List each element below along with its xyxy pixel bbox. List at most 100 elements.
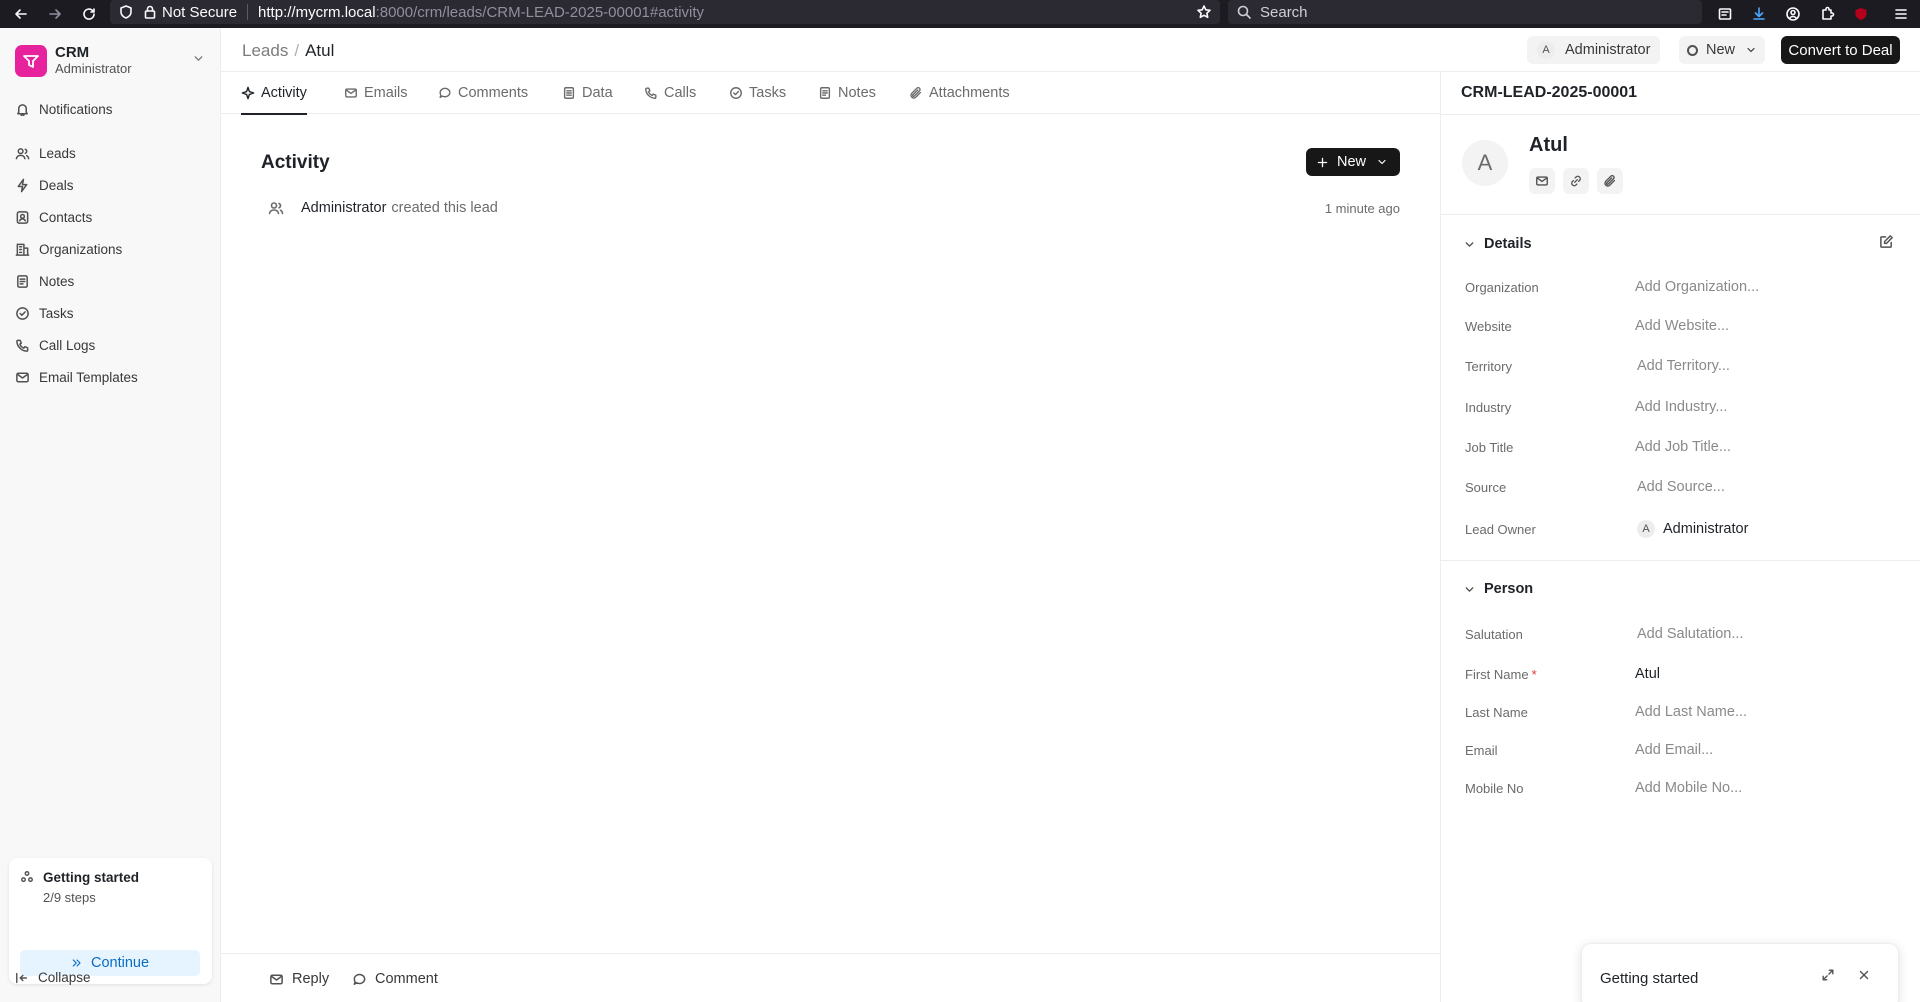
convert-to-deal-button[interactable]: Convert to Deal bbox=[1781, 36, 1900, 64]
comment-button[interactable]: Comment bbox=[352, 971, 438, 987]
bookmark-star-icon[interactable] bbox=[1196, 4, 1212, 20]
sidebar-item-tasks[interactable]: Tasks bbox=[15, 301, 74, 325]
reply-label: Reply bbox=[292, 971, 330, 987]
last-name-field[interactable]: Add Last Name... bbox=[1635, 704, 1747, 720]
expand-icon[interactable] bbox=[1821, 968, 1835, 982]
sidebar-item-notifications[interactable]: Notifications bbox=[15, 97, 113, 121]
tab-label: Tasks bbox=[749, 85, 787, 101]
assignee-button[interactable]: A Administrator bbox=[1527, 36, 1661, 64]
status-dropdown[interactable]: New bbox=[1679, 36, 1766, 64]
getting-started-panel-title: Getting started bbox=[1600, 970, 1699, 987]
tab-attachments[interactable]: Attachments bbox=[909, 72, 1010, 114]
tab-activity[interactable]: Activity bbox=[241, 72, 307, 115]
getting-started-steps: 2/9 steps bbox=[43, 890, 96, 905]
salutation-field[interactable]: Add Salutation... bbox=[1637, 626, 1743, 642]
tab-comments[interactable]: Comments bbox=[438, 72, 528, 114]
breadcrumb: Leads / Atul bbox=[242, 41, 334, 61]
send-email-button[interactable] bbox=[1529, 168, 1555, 194]
chevron-down-icon bbox=[1463, 238, 1484, 251]
browser-toolbar: Not Secure http://mycrm.local:8000/crm/l… bbox=[0, 0, 1920, 28]
brand-title: CRM bbox=[55, 44, 90, 61]
sidebar-item-label: Email Templates bbox=[39, 369, 138, 385]
close-icon[interactable] bbox=[1857, 968, 1871, 982]
phone-icon bbox=[644, 86, 664, 100]
sidebar-item-deals[interactable]: Deals bbox=[15, 173, 74, 197]
new-activity-button[interactable]: New bbox=[1306, 148, 1400, 176]
browser-search[interactable]: Search bbox=[1228, 0, 1702, 24]
first-name-label-text: First Name bbox=[1465, 667, 1529, 682]
field-label-job-title: Job Title bbox=[1465, 440, 1514, 455]
tab-tasks[interactable]: Tasks bbox=[729, 72, 786, 114]
forward-icon[interactable] bbox=[42, 2, 68, 26]
source-field[interactable]: Add Source... bbox=[1637, 479, 1725, 495]
reader-icon[interactable] bbox=[1712, 2, 1738, 26]
email-field[interactable]: Add Email... bbox=[1635, 742, 1713, 758]
breadcrumb-leads[interactable]: Leads bbox=[242, 41, 288, 61]
first-name-field[interactable]: Atul bbox=[1635, 666, 1660, 682]
field-label-lead-owner: Lead Owner bbox=[1465, 522, 1536, 537]
chevron-down-icon bbox=[1376, 156, 1388, 168]
territory-field[interactable]: Add Territory... bbox=[1637, 358, 1730, 374]
crm-logo bbox=[15, 44, 47, 77]
tab-bar: Activity Emails Comments Data Calls Task… bbox=[221, 72, 1440, 115]
menu-icon[interactable] bbox=[1888, 2, 1914, 26]
avatar[interactable]: A bbox=[1462, 140, 1508, 186]
note-icon bbox=[818, 86, 838, 100]
address-bar[interactable]: Not Secure http://mycrm.local:8000/crm/l… bbox=[110, 0, 1220, 24]
back-icon[interactable] bbox=[8, 2, 34, 26]
avatar: A bbox=[1637, 520, 1655, 538]
sidebar-item-contacts[interactable]: Contacts bbox=[15, 205, 92, 229]
tab-label: Emails bbox=[364, 85, 408, 101]
reload-icon[interactable] bbox=[76, 2, 102, 26]
tab-data[interactable]: Data bbox=[562, 72, 613, 114]
tab-label: Activity bbox=[261, 85, 307, 101]
website-field[interactable]: Add Website... bbox=[1635, 318, 1729, 334]
chevron-down-icon bbox=[1463, 583, 1484, 596]
url-host: http://mycrm.local bbox=[258, 3, 376, 21]
phone-icon bbox=[15, 338, 39, 353]
url-path: :8000/crm/leads/CRM-LEAD-2025-00001#acti… bbox=[375, 3, 705, 21]
brand-switcher[interactable]: CRM Administrator bbox=[15, 44, 132, 77]
account-icon[interactable] bbox=[1780, 2, 1806, 26]
job-title-field[interactable]: Add Job Title... bbox=[1635, 439, 1731, 455]
collapse-button[interactable]: Collapse bbox=[15, 970, 91, 985]
sidebar-item-notes[interactable]: Notes bbox=[15, 269, 74, 293]
details-title: Details bbox=[1484, 236, 1532, 252]
chevron-down-icon[interactable] bbox=[192, 52, 205, 65]
avatar: A bbox=[1537, 41, 1555, 59]
lock-insecure-icon bbox=[142, 4, 158, 20]
users-icon bbox=[15, 146, 39, 161]
download-icon[interactable] bbox=[1746, 2, 1772, 26]
sidebar-item-organizations[interactable]: Organizations bbox=[15, 237, 122, 261]
lead-id: CRM-LEAD-2025-00001 bbox=[1461, 84, 1638, 101]
extensions-icon[interactable] bbox=[1814, 2, 1840, 26]
tab-label: Notes bbox=[838, 85, 876, 101]
paperclip-icon bbox=[909, 86, 929, 100]
tab-emails[interactable]: Emails bbox=[344, 72, 408, 114]
document-icon bbox=[562, 86, 582, 100]
sidebar-item-call-logs[interactable]: Call Logs bbox=[15, 333, 95, 357]
contact-icon bbox=[15, 210, 39, 225]
edit-icon[interactable] bbox=[1879, 234, 1894, 249]
tab-notes[interactable]: Notes bbox=[818, 72, 876, 114]
sidebar-item-leads[interactable]: Leads bbox=[15, 141, 76, 165]
organization-field[interactable]: Add Organization... bbox=[1635, 279, 1759, 295]
tab-calls[interactable]: Calls bbox=[644, 72, 696, 114]
mobile-no-field[interactable]: Add Mobile No... bbox=[1635, 780, 1742, 796]
field-label-organization: Organization bbox=[1465, 280, 1539, 295]
reply-button[interactable]: Reply bbox=[269, 971, 329, 987]
paperclip-icon bbox=[1603, 174, 1617, 188]
industry-field[interactable]: Add Industry... bbox=[1635, 399, 1727, 415]
attach-file-button[interactable] bbox=[1597, 168, 1623, 194]
sidebar-item-email-templates[interactable]: Email Templates bbox=[15, 365, 138, 389]
lead-name: Atul bbox=[1529, 134, 1568, 156]
comment-icon bbox=[352, 972, 375, 987]
sidebar-item-label: Notifications bbox=[39, 101, 113, 117]
details-section-toggle[interactable]: Details bbox=[1463, 236, 1532, 252]
ublock-icon[interactable] bbox=[1848, 2, 1874, 26]
person-section-toggle[interactable]: Person bbox=[1463, 581, 1533, 597]
lead-owner-field[interactable]: A Administrator bbox=[1635, 520, 1748, 538]
copy-link-button[interactable] bbox=[1563, 168, 1589, 194]
plus-icon bbox=[1316, 156, 1329, 169]
double-chevron-right-icon bbox=[71, 957, 83, 969]
